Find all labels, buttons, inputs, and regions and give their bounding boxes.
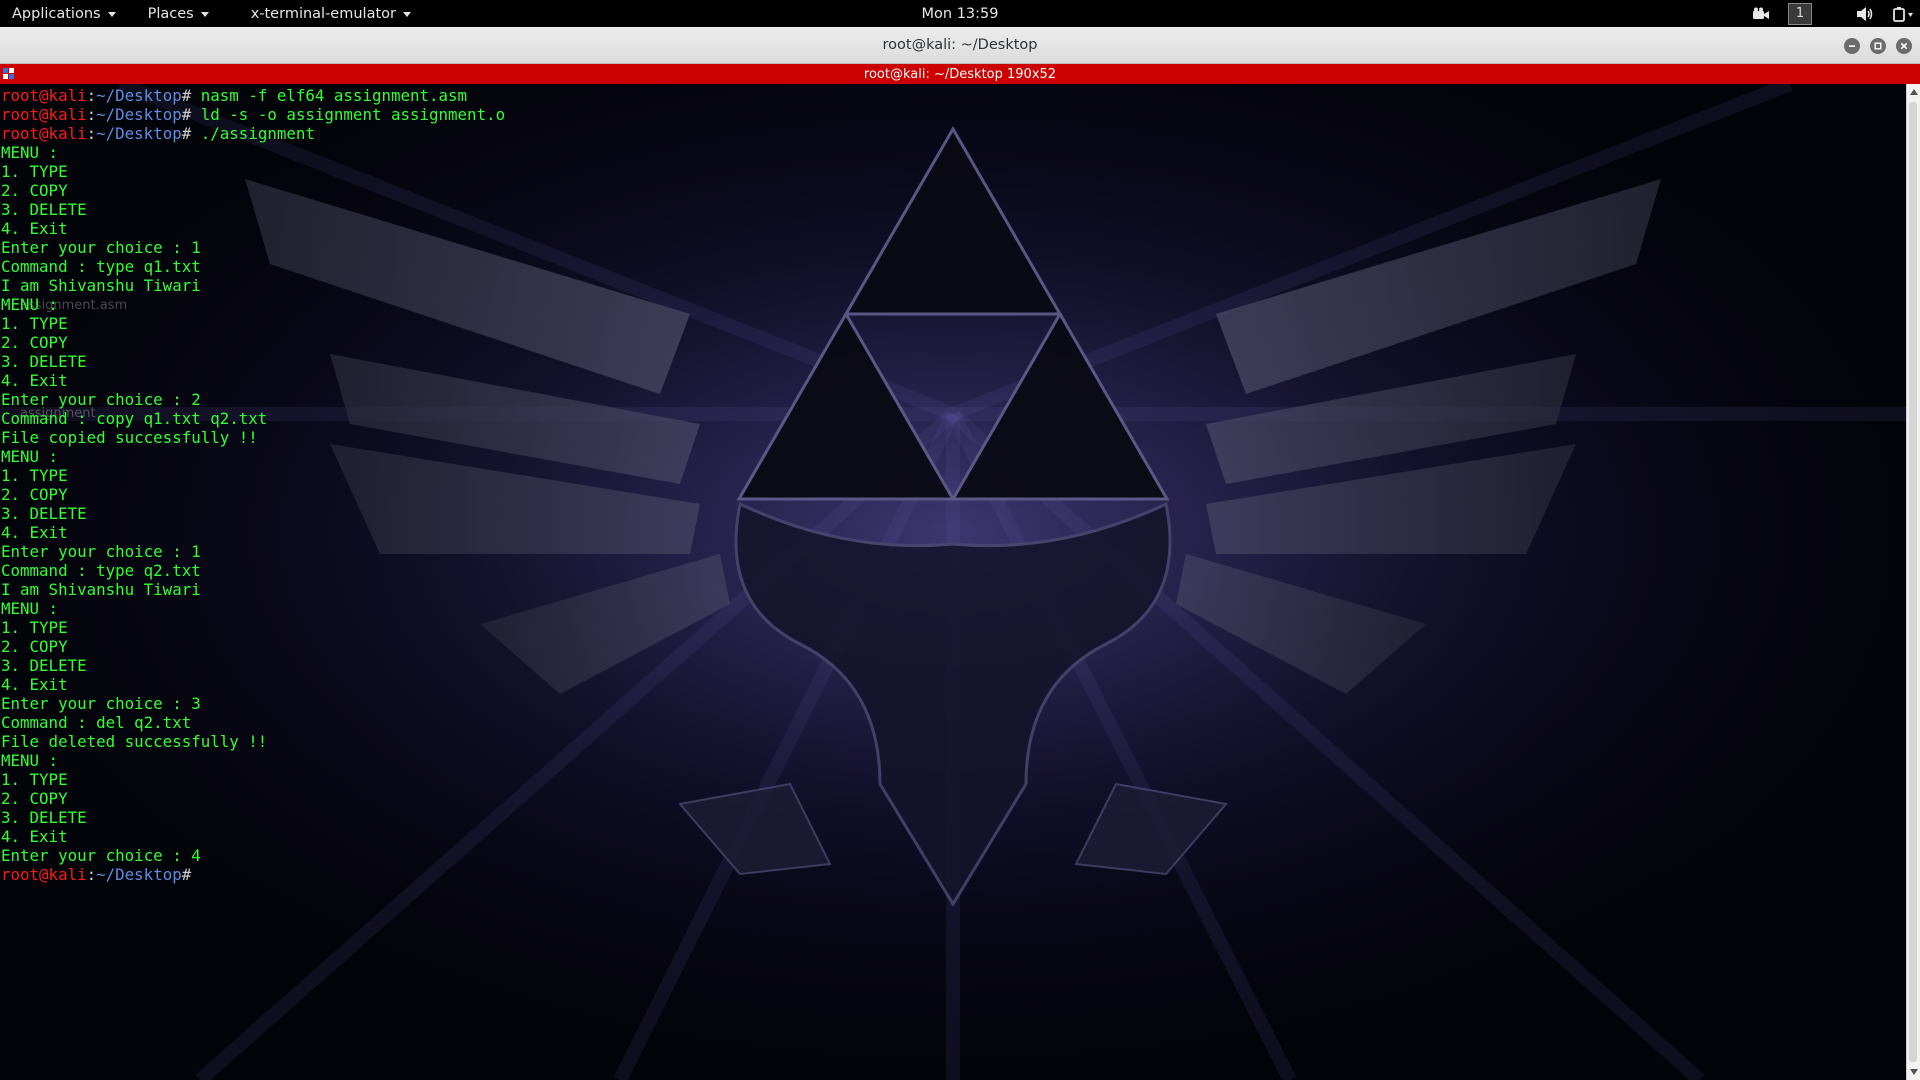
prompt-separator: :: [86, 124, 97, 143]
terminal-output-line: 3. DELETE: [1, 656, 87, 675]
terminal-output-line: Command : type q1.txt: [1, 257, 201, 276]
terminal-body[interactable]: assignment.asm assignment root@kali:~/De…: [0, 84, 1906, 1080]
prompt-path: ~/Desktop: [96, 105, 182, 124]
camera-icon[interactable]: [1752, 7, 1770, 21]
terminal-output-line: 1. TYPE: [1, 466, 68, 485]
scroll-down-icon[interactable]: [1910, 1069, 1918, 1075]
terminal-output-line: 4. Exit: [1, 675, 68, 694]
terminal-output-line: MENU :: [1, 143, 59, 162]
active-app-label: x-terminal-emulator: [250, 5, 396, 22]
terminal-output-line: File deleted successfully !!: [1, 732, 268, 751]
terminal-scrollbar[interactable]: [1906, 84, 1920, 1080]
workspace-indicator[interactable]: 1: [1788, 2, 1812, 25]
prompt-command: ./assignment: [191, 124, 315, 143]
prompt-user: root@kali: [1, 865, 87, 884]
power-icon[interactable]: [1892, 6, 1914, 22]
terminal-output-line: 3. DELETE: [1, 808, 87, 827]
terminal-menu-icon[interactable]: [3, 68, 15, 80]
terminal-output-line: Command : copy q1.txt q2.txt: [1, 409, 268, 428]
terminal-output-line: 3. DELETE: [1, 504, 87, 523]
prompt-symbol: #: [181, 86, 192, 105]
terminal-output-line: MENU :: [1, 447, 59, 466]
terminal-prompt-line: root@kali:~/Desktop# nasm -f elf64 assig…: [1, 86, 505, 105]
terminal-output-line: MENU :: [1, 295, 59, 314]
terminal-output-line: Enter your choice : 1: [1, 238, 201, 257]
prompt-symbol: #: [181, 105, 192, 124]
top-panel: Applications Places x-terminal-emulator …: [0, 0, 1920, 27]
window-controls: [1844, 27, 1912, 64]
terminal-prompt-line: root@kali:~/Desktop#: [1, 865, 505, 884]
prompt-separator: :: [86, 105, 97, 124]
scroll-up-icon[interactable]: [1910, 89, 1918, 95]
applications-menu-label: Applications: [12, 5, 101, 22]
prompt-symbol: #: [181, 865, 192, 884]
applications-menu[interactable]: Applications: [0, 0, 128, 27]
terminal-header: root@kali: ~/Desktop 190x52: [0, 64, 1920, 84]
terminal-output-line: 4. Exit: [1, 371, 68, 390]
prompt-symbol: #: [181, 124, 192, 143]
terminal-output-line: 4. Exit: [1, 219, 68, 238]
active-app-menu[interactable]: x-terminal-emulator: [239, 0, 423, 27]
scrollbar-thumb[interactable]: [1909, 102, 1917, 1062]
prompt-path: ~/Desktop: [96, 865, 182, 884]
terminal-output-line: 2. COPY: [1, 181, 68, 200]
terminal-output-line: Enter your choice : 2: [1, 390, 201, 409]
workspace-number: 1: [1795, 6, 1805, 21]
terminal-output-line: File copied successfully !!: [1, 428, 258, 447]
terminal-output-line: 4. Exit: [1, 827, 68, 846]
chevron-down-icon: [107, 11, 116, 17]
terminal-output-line: MENU :: [1, 751, 59, 770]
prompt-separator: :: [86, 865, 97, 884]
terminal-output-line: 3. DELETE: [1, 352, 87, 371]
terminal-output-line: 4. Exit: [1, 523, 68, 542]
prompt-command: ld -s -o assignment assignment.o: [191, 105, 506, 124]
minimize-icon[interactable]: [1844, 37, 1860, 54]
terminal-output-line: 1. TYPE: [1, 770, 68, 789]
terminal-output-line: 1. TYPE: [1, 618, 68, 637]
chevron-down-icon: [402, 11, 411, 17]
maximize-icon[interactable]: [1870, 37, 1886, 54]
terminal-output-line: 1. TYPE: [1, 314, 68, 333]
terminal-output: root@kali:~/Desktop# nasm -f elf64 assig…: [1, 86, 505, 884]
volume-icon[interactable]: [1856, 6, 1874, 22]
terminal-output-line: 1. TYPE: [1, 162, 68, 181]
clock-label: Mon 13:59: [921, 5, 999, 22]
terminal-prompt-line: root@kali:~/Desktop# ./assignment: [1, 124, 505, 143]
window-title: root@kali: ~/Desktop: [882, 37, 1038, 53]
clock[interactable]: Mon 13:59: [922, 0, 999, 27]
prompt-command: nasm -f elf64 assignment.asm: [191, 86, 468, 105]
terminal-output-line: I am Shivanshu Tiwari: [1, 276, 201, 295]
prompt-user: root@kali: [1, 105, 87, 124]
prompt-path: ~/Desktop: [96, 86, 182, 105]
terminal-output-line: MENU :: [1, 599, 59, 618]
terminal-output-line: 2. COPY: [1, 485, 68, 504]
terminal-output-line: Enter your choice : 1: [1, 542, 201, 561]
places-menu-label: Places: [147, 5, 194, 22]
terminal-output-line: 2. COPY: [1, 789, 68, 808]
terminal-output-line: Enter your choice : 4: [1, 846, 201, 865]
terminal-output-line: 2. COPY: [1, 637, 68, 656]
terminal-output-line: Enter your choice : 3: [1, 694, 201, 713]
prompt-separator: :: [86, 86, 97, 105]
prompt-user: root@kali: [1, 86, 87, 105]
terminal-output-line: I am Shivanshu Tiwari: [1, 580, 201, 599]
terminal-output-line: Command : del q2.txt: [1, 713, 192, 732]
system-tray: 1: [1752, 0, 1914, 27]
chevron-down-icon: [200, 11, 209, 17]
close-icon[interactable]: [1896, 37, 1912, 54]
places-menu[interactable]: Places: [136, 0, 221, 27]
terminal-header-label: root@kali: ~/Desktop 190x52: [863, 66, 1057, 82]
window-titlebar[interactable]: root@kali: ~/Desktop: [0, 27, 1920, 64]
terminal-output-line: Command : type q2.txt: [1, 561, 201, 580]
terminal-output-line: 3. DELETE: [1, 200, 87, 219]
prompt-path: ~/Desktop: [96, 124, 182, 143]
terminal-prompt-line: root@kali:~/Desktop# ld -s -o assignment…: [1, 105, 505, 124]
terminal-output-line: 2. COPY: [1, 333, 68, 352]
prompt-user: root@kali: [1, 124, 87, 143]
